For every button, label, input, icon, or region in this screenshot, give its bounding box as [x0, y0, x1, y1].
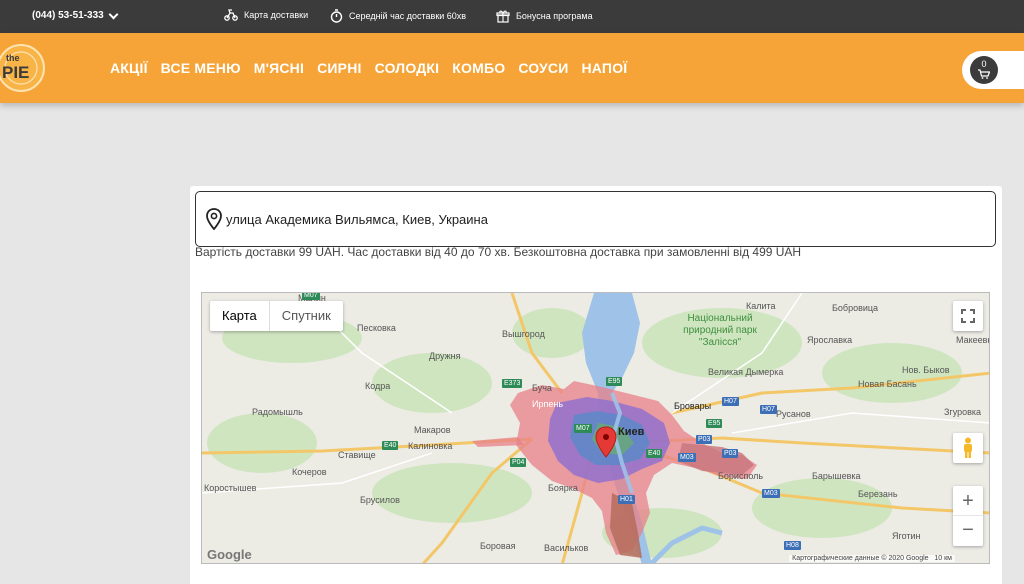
- road-shield: H07: [722, 397, 739, 406]
- map-attribution: Картографические данные © 2020 Google 10…: [789, 555, 955, 562]
- map-type-satellite-button[interactable]: Спутник: [270, 301, 343, 331]
- delivery-map-link[interactable]: Карта доставки: [224, 9, 308, 21]
- road-shield: H01: [618, 495, 635, 504]
- phone-number: (044) 53-51-333: [32, 10, 104, 21]
- main-nav-bar: the PIE АКЦІЇ ВСЕ МЕНЮ М'ЯСНІ СИРНІ СОЛО…: [0, 33, 1024, 103]
- location-pin-icon: [206, 208, 222, 230]
- map-label: Коростышев: [204, 483, 257, 493]
- menu-item-promotions[interactable]: АКЦІЇ: [110, 60, 148, 76]
- map-label: Васильков: [544, 543, 589, 553]
- map-label: Барышевка: [812, 471, 861, 481]
- map-canvas: [202, 293, 989, 563]
- map-label: Буча: [532, 383, 552, 393]
- pizza-logo-icon: the PIE: [0, 44, 45, 92]
- logo-small-text: the: [6, 53, 20, 63]
- road-shield: E95: [706, 419, 723, 428]
- logo-text: PIE: [2, 63, 29, 82]
- menu-item-meat[interactable]: М'ЯСНІ: [254, 60, 304, 76]
- map-label-park: Національний природний парк "Залісся": [683, 313, 757, 348]
- cart-button[interactable]: 0: [962, 51, 1024, 89]
- map-label-city: Киев: [618, 426, 645, 438]
- bonus-program-link[interactable]: Бонусна програма: [496, 9, 593, 23]
- map-scale: 10 км: [934, 555, 952, 562]
- road-shield: E95: [606, 377, 623, 386]
- road-shield: P03: [696, 435, 713, 444]
- delivery-time-label: Середній час доставки 60хв: [349, 11, 467, 21]
- delivery-map-label: Карта доставки: [244, 10, 309, 20]
- gift-icon: [496, 10, 510, 23]
- brand-logo[interactable]: the PIE: [0, 43, 48, 93]
- chevron-down-icon: [108, 9, 119, 19]
- pegman-icon: [964, 437, 972, 458]
- phone-dropdown[interactable]: (044) 53-51-333: [32, 9, 119, 21]
- map-label: Ирпень: [532, 399, 564, 409]
- stopwatch-icon: [330, 9, 343, 23]
- road-shield: E373: [502, 379, 523, 388]
- delivery-info-text: Вартість доставки 99 UAH. Час доставки в…: [195, 245, 802, 259]
- map-label: Калита: [746, 301, 776, 311]
- zoom-control: + −: [953, 486, 983, 546]
- map-label: Дружня: [429, 351, 461, 361]
- fullscreen-icon: [961, 309, 975, 323]
- road-shield: P03: [722, 449, 739, 458]
- street-view-button[interactable]: [953, 433, 983, 463]
- menu-item-sauces[interactable]: СОУСИ: [518, 60, 568, 76]
- map-label: Яготин: [892, 531, 921, 541]
- map-label: Згуровка: [944, 407, 982, 417]
- map-type-control: Карта Спутник: [210, 301, 343, 331]
- map-label: Кодра: [365, 381, 391, 391]
- map-label: Кочеров: [292, 467, 327, 477]
- road-shield: H08: [784, 541, 801, 550]
- road-shield: M07: [574, 424, 592, 433]
- delivery-time-link[interactable]: Середній час доставки 60хв: [330, 9, 466, 23]
- road-shield: H07: [760, 405, 777, 414]
- road-shield: P04: [510, 458, 527, 467]
- map-label: Калиновка: [408, 441, 453, 451]
- delivery-scooter-icon: [224, 9, 238, 21]
- road-shield: M03: [762, 489, 780, 498]
- menu-item-combo[interactable]: КОМБО: [452, 60, 505, 76]
- map-label: Нов. Быков: [902, 365, 950, 375]
- menu-item-all-menu[interactable]: ВСЕ МЕНЮ: [161, 60, 241, 76]
- map-label: Новая Басань: [858, 379, 917, 389]
- delivery-check-card: Вартість доставки 99 UAH. Час доставки в…: [190, 186, 1002, 584]
- road-shield: E40: [646, 449, 663, 458]
- address-search-box[interactable]: [195, 191, 996, 247]
- delivery-zone-map[interactable]: Малин Песковка Дружня Вышгород Кодра Буч…: [201, 292, 990, 564]
- top-info-bar: (044) 53-51-333 Карта доставки Середній …: [0, 0, 1024, 33]
- menu-item-drinks[interactable]: НАПОЇ: [582, 60, 628, 76]
- map-label: Макаров: [414, 425, 451, 435]
- map-label: Вышгород: [502, 329, 545, 339]
- road-shield: E40: [382, 441, 399, 450]
- map-label: Бровары: [674, 401, 712, 411]
- menu-item-cheese[interactable]: СИРНІ: [317, 60, 362, 76]
- map-label: Боярка: [548, 483, 578, 493]
- map-label: Брусилов: [360, 495, 400, 505]
- map-label: Русанов: [776, 409, 811, 419]
- menu-item-sweet[interactable]: СОЛОДКІ: [375, 60, 440, 76]
- map-label: Бобровица: [832, 303, 879, 313]
- map-label: Боровая: [480, 541, 516, 551]
- zoom-out-button[interactable]: −: [953, 516, 983, 546]
- map-type-map-button[interactable]: Карта: [210, 301, 270, 331]
- address-input[interactable]: [226, 211, 966, 227]
- zoom-in-button[interactable]: +: [953, 486, 983, 516]
- map-label: Великая Дымерка: [708, 367, 784, 377]
- map-label: Ярославка: [807, 335, 853, 345]
- cart-icon: 0: [970, 56, 998, 84]
- map-label: Ставище: [338, 450, 376, 460]
- google-logo: Google: [207, 547, 252, 562]
- bonus-program-label: Бонусна програма: [516, 11, 593, 21]
- map-label: Борисполь: [718, 471, 764, 481]
- category-menu: АКЦІЇ ВСЕ МЕНЮ М'ЯСНІ СИРНІ СОЛОДКІ КОМБ…: [110, 60, 627, 76]
- map-attribution-text: Картографические данные © 2020 Google: [792, 555, 929, 562]
- road-shield: M07: [302, 292, 320, 300]
- map-label: Песковка: [357, 323, 396, 333]
- map-label: Радомышль: [252, 407, 303, 417]
- map-label: Березань: [858, 489, 898, 499]
- map-label: Макеевка: [956, 335, 989, 345]
- cart-count: 0: [981, 59, 987, 69]
- fullscreen-button[interactable]: [953, 301, 983, 331]
- road-shield: M03: [678, 453, 696, 462]
